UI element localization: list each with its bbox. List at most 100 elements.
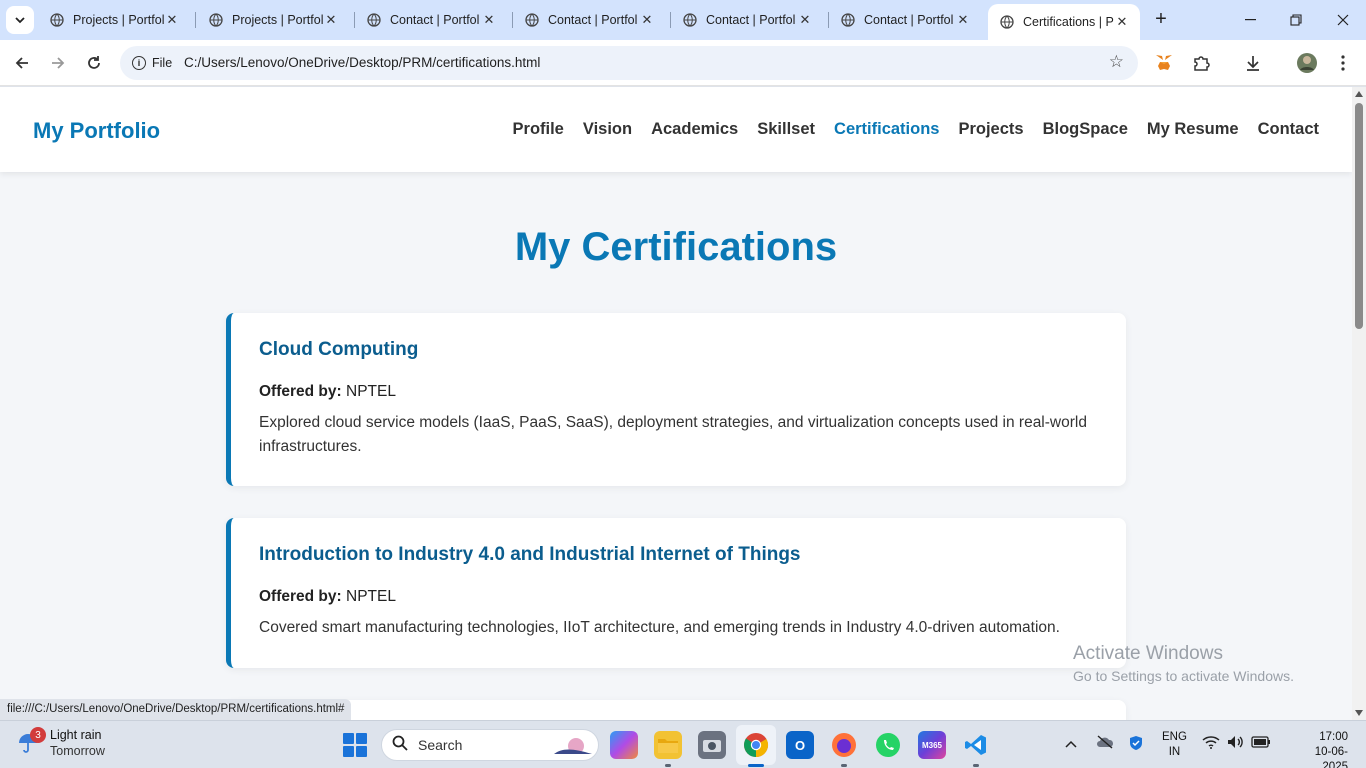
certification-description: Covered smart manufacturing technologies… <box>259 619 1060 636</box>
tab-title: Projects | Portfol <box>232 13 323 27</box>
scheme-label: File <box>152 56 173 70</box>
certification-card: Introduction to Industry 4.0 and Industr… <box>226 518 1126 668</box>
file-explorer-app-icon[interactable] <box>654 731 682 759</box>
restore-icon <box>1290 14 1302 26</box>
chrome-app-icon[interactable] <box>742 731 770 759</box>
browser-tab[interactable]: Contact | Portfol ✕ <box>671 5 823 35</box>
running-indicator <box>841 764 847 767</box>
certification-card-partial <box>226 700 1126 720</box>
close-icon[interactable]: ✕ <box>639 12 655 28</box>
windows-taskbar: 3 Light rain Tomorrow Search O M365 ENG … <box>0 720 1366 768</box>
browser-tab[interactable]: Contact | Portfol ✕ <box>513 5 665 35</box>
chevron-down-icon <box>15 16 25 23</box>
site-info-chip[interactable]: i File <box>124 50 182 76</box>
forward-button[interactable] <box>46 51 70 75</box>
tab-title: Certifications | P <box>1023 15 1114 29</box>
tab-title: Projects | Portfol <box>73 13 164 27</box>
browser-tab[interactable]: Projects | Portfol ✕ <box>197 5 349 35</box>
bookmark-star-icon[interactable]: ☆ <box>1109 52 1124 72</box>
certification-title: Cloud Computing <box>259 339 419 360</box>
tab-title: Contact | Portfol <box>706 13 796 27</box>
tab-strip: Projects | Portfol ✕ Projects | Portfol … <box>0 0 1366 40</box>
kebab-menu-icon[interactable] <box>1332 52 1354 74</box>
firefox-app-icon[interactable] <box>830 731 858 759</box>
onedrive-status-icon[interactable] <box>1096 735 1114 752</box>
metamask-extension-icon[interactable] <box>1153 52 1175 74</box>
extensions-puzzle-icon[interactable] <box>1190 52 1212 74</box>
offered-by-label: Offered by: <box>259 588 342 605</box>
new-tab-button[interactable]: + <box>1150 8 1172 30</box>
weather-widget[interactable]: 3 Light rain Tomorrow <box>16 727 105 759</box>
browser-tab[interactable]: Projects | Portfol ✕ <box>38 5 190 35</box>
nav-link-contact[interactable]: Contact <box>1258 120 1319 139</box>
scroll-down-arrow-icon[interactable] <box>1355 710 1363 716</box>
system-clock[interactable]: 17:00 10-06-2025 <box>1300 730 1348 768</box>
globe-icon <box>367 13 381 27</box>
nav-link-blogspace[interactable]: BlogSpace <box>1043 120 1128 139</box>
clock-date: 10-06-2025 <box>1314 746 1348 768</box>
site-brand-link[interactable]: My Portfolio <box>33 118 160 144</box>
scroll-up-arrow-icon[interactable] <box>1355 91 1363 97</box>
camera-app-icon[interactable] <box>698 731 726 759</box>
nav-link-profile[interactable]: Profile <box>513 120 564 139</box>
reload-button[interactable] <box>82 51 106 75</box>
language-code: ENG <box>1162 731 1187 743</box>
nav-link-my-resume[interactable]: My Resume <box>1147 120 1239 139</box>
show-hidden-icons-button[interactable] <box>1065 735 1077 751</box>
page-title: My Certifications <box>514 225 838 269</box>
outlook-app-icon[interactable]: O <box>786 731 814 759</box>
copilot-app-icon[interactable] <box>610 731 638 759</box>
whatsapp-app-icon[interactable] <box>874 731 902 759</box>
close-icon[interactable]: ✕ <box>481 12 497 28</box>
back-button[interactable] <box>10 51 34 75</box>
profile-avatar[interactable] <box>1296 52 1318 74</box>
nav-link-projects[interactable]: Projects <box>958 120 1023 139</box>
nav-link-certifications[interactable]: Certifications <box>834 120 939 139</box>
nav-link-vision[interactable]: Vision <box>583 120 632 139</box>
input-language-indicator[interactable]: ENG IN <box>1162 730 1187 760</box>
close-icon[interactable]: ✕ <box>955 12 971 28</box>
address-bar[interactable]: i File C:/Users/Lenovo/OneDrive/Desktop/… <box>120 46 1138 80</box>
nav-link-academics[interactable]: Academics <box>651 120 738 139</box>
nav-link-skillset[interactable]: Skillset <box>757 120 815 139</box>
close-icon <box>1337 14 1349 26</box>
search-icon <box>392 735 408 756</box>
minimize-button[interactable] <box>1227 0 1273 40</box>
browser-toolbar: i File C:/Users/Lenovo/OneDrive/Desktop/… <box>0 40 1366 86</box>
browser-tab-active[interactable]: Certifications | P ✕ <box>988 4 1140 40</box>
microsoft-365-app-icon[interactable]: M365 <box>918 731 946 759</box>
offered-by-label: Offered by: <box>259 383 342 400</box>
weather-badge: 3 <box>30 727 46 743</box>
scrollbar-thumb[interactable] <box>1355 103 1363 329</box>
browser-tab[interactable]: Contact | Portfol ✕ <box>355 5 507 35</box>
minimize-icon <box>1244 19 1256 21</box>
security-shield-icon[interactable] <box>1128 735 1144 754</box>
vscode-app-icon[interactable] <box>962 731 990 759</box>
close-window-button[interactable] <box>1320 0 1366 40</box>
region-code: IN <box>1168 746 1181 758</box>
search-label: Search <box>418 737 463 753</box>
search-highlight-illustration-icon <box>554 738 592 754</box>
taskbar-search-box[interactable]: Search <box>381 729 599 761</box>
volume-icon[interactable] <box>1227 735 1245 752</box>
url-text[interactable]: C:/Users/Lenovo/OneDrive/Desktop/PRM/cer… <box>184 55 540 70</box>
certification-provider: NPTEL <box>346 383 396 400</box>
downloads-icon[interactable] <box>1242 52 1264 74</box>
page-scrollbar[interactable] <box>1352 87 1366 720</box>
certification-provider: NPTEL <box>346 588 396 605</box>
globe-icon <box>525 13 539 27</box>
windows-start-button[interactable] <box>343 733 367 757</box>
browser-tab[interactable]: Contact | Portfol ✕ <box>829 5 981 35</box>
close-icon[interactable]: ✕ <box>164 12 180 28</box>
umbrella-rain-icon: 3 <box>16 727 46 755</box>
close-icon[interactable]: ✕ <box>797 12 813 28</box>
certification-title: Introduction to Industry 4.0 and Industr… <box>259 544 801 565</box>
wifi-icon[interactable] <box>1202 735 1220 752</box>
start-logo-pane <box>343 746 354 757</box>
restore-button[interactable] <box>1273 0 1319 40</box>
tab-search-button[interactable] <box>6 6 34 34</box>
link-status-bubble: file:///C:/Users/Lenovo/OneDrive/Desktop… <box>0 699 352 720</box>
battery-icon[interactable] <box>1251 735 1271 751</box>
close-icon[interactable]: ✕ <box>323 12 339 28</box>
close-icon[interactable]: ✕ <box>1114 14 1130 30</box>
